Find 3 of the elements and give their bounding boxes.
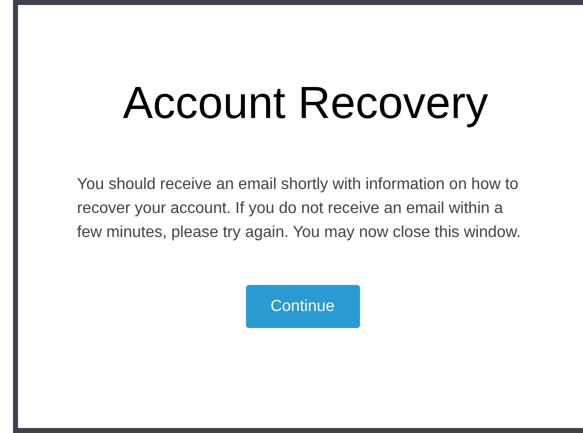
message-text: You should receive an email shortly with information on how to recover your account. If you do not receive an email within a few minutes, please try again. You may now close this window. [77,175,522,243]
dialog-title: Account Recovery [122,76,490,130]
continue-button[interactable]: Continue [246,285,360,328]
